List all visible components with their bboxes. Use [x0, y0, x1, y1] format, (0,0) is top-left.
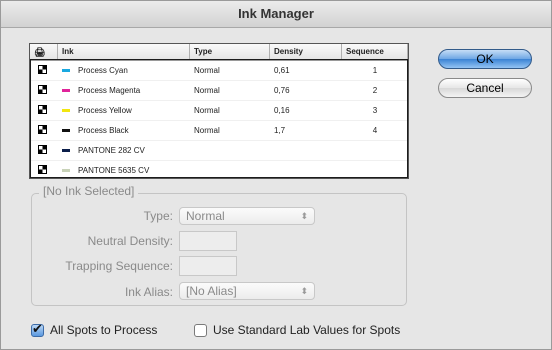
- ink-name: PANTONE 5635 CV: [78, 166, 150, 175]
- header-print-icon[interactable]: 🖨: [30, 44, 58, 60]
- ink-name: Process Yellow: [78, 106, 132, 115]
- ink-name-cell: Process Black: [58, 126, 190, 135]
- process-toggle-icon[interactable]: [30, 65, 58, 76]
- type-select-value: Normal: [186, 209, 225, 223]
- cancel-button[interactable]: Cancel: [438, 78, 532, 98]
- lab-values-label[interactable]: Use Standard Lab Values for Spots: [213, 323, 400, 337]
- ok-button[interactable]: OK: [438, 49, 532, 69]
- lab-values-checkbox[interactable]: [194, 324, 207, 337]
- process-toggle-icon[interactable]: [30, 125, 58, 136]
- type-label: Type:: [143, 209, 173, 223]
- trapping-sequence-field[interactable]: [179, 256, 237, 276]
- all-spots-label[interactable]: All Spots to Process: [50, 323, 157, 337]
- ink-swatch-icon: [62, 129, 70, 133]
- ink-type-cell: Normal: [194, 126, 220, 135]
- header-type[interactable]: Type: [190, 44, 270, 60]
- ink-rows: Process Cyan Normal 0,61 1 Process Magenta No…: [30, 61, 408, 178]
- ink-name: Process Magenta: [78, 86, 141, 95]
- ink-row[interactable]: PANTONE 5635 CV: [30, 161, 408, 178]
- ink-density-cell: 0,16: [274, 106, 290, 115]
- header-density[interactable]: Density: [270, 44, 342, 60]
- process-toggle-icon[interactable]: [30, 105, 58, 116]
- ink-swatch-icon: [62, 109, 70, 113]
- header-sequence[interactable]: Sequence: [342, 44, 408, 60]
- ink-name-cell: Process Magenta: [58, 86, 190, 95]
- trapping-sequence-label: Trapping Sequence:: [65, 259, 173, 273]
- ink-list-header: 🖨 Ink Type Density Sequence: [30, 44, 408, 61]
- ink-name: Process Black: [78, 126, 129, 135]
- type-select[interactable]: Normal ⬍: [179, 207, 315, 225]
- ink-swatch-icon: [62, 89, 70, 93]
- ink-list[interactable]: 🖨 Ink Type Density Sequence Process Cyan…: [29, 43, 409, 179]
- neutral-density-label: Neutral Density:: [87, 234, 173, 248]
- select-arrows-icon: ⬍: [300, 286, 308, 296]
- process-toggle-icon[interactable]: [30, 165, 58, 176]
- dialog-title: Ink Manager: [1, 1, 551, 28]
- ink-name-cell: Process Yellow: [58, 106, 190, 115]
- ink-row[interactable]: Process Magenta Normal 0,76 2: [30, 81, 408, 101]
- ink-density-cell: 1,7: [274, 126, 286, 135]
- ink-sequence-cell: 2: [372, 86, 378, 95]
- ink-name-cell: Process Cyan: [58, 66, 190, 75]
- ink-row[interactable]: Process Cyan Normal 0,61 1: [30, 61, 408, 81]
- process-toggle-icon[interactable]: [30, 85, 58, 96]
- select-arrows-icon: ⬍: [300, 211, 308, 221]
- ink-name-cell: PANTONE 5635 CV: [58, 166, 190, 175]
- ink-swatch-icon: [62, 169, 70, 173]
- ink-alias-select[interactable]: [No Alias] ⬍: [179, 282, 315, 300]
- process-toggle-icon[interactable]: [30, 145, 58, 156]
- ink-swatch-icon: [62, 69, 70, 73]
- ink-sequence-cell: 4: [372, 126, 378, 135]
- neutral-density-field[interactable]: [179, 231, 237, 251]
- ink-name: Process Cyan: [78, 66, 128, 75]
- ink-row[interactable]: Process Yellow Normal 0,16 3: [30, 101, 408, 121]
- ink-name: PANTONE 282 CV: [78, 146, 145, 155]
- ink-manager-dialog: Ink Manager 🖨 Ink Type Density Sequence …: [0, 0, 552, 350]
- ink-type-cell: Normal: [194, 66, 220, 75]
- ink-sequence-cell: 3: [372, 106, 378, 115]
- ink-swatch-icon: [62, 149, 70, 153]
- ink-density-cell: 0,61: [274, 66, 290, 75]
- ink-alias-label: Ink Alias:: [124, 285, 173, 299]
- ink-type-cell: Normal: [194, 86, 220, 95]
- ink-row[interactable]: PANTONE 282 CV: [30, 141, 408, 161]
- checkmark-icon: ✔: [32, 321, 43, 336]
- ink-settings-title: [No Ink Selected]: [39, 184, 139, 198]
- ink-type-cell: Normal: [194, 106, 220, 115]
- ink-row[interactable]: Process Black Normal 1,7 4: [30, 121, 408, 141]
- header-ink[interactable]: Ink: [58, 44, 190, 60]
- all-spots-checkbox[interactable]: ✔: [31, 321, 44, 337]
- ink-sequence-cell: 1: [372, 66, 378, 75]
- ink-alias-value: [No Alias]: [186, 284, 237, 298]
- ink-density-cell: 0,76: [274, 86, 290, 95]
- ink-name-cell: PANTONE 282 CV: [58, 146, 190, 155]
